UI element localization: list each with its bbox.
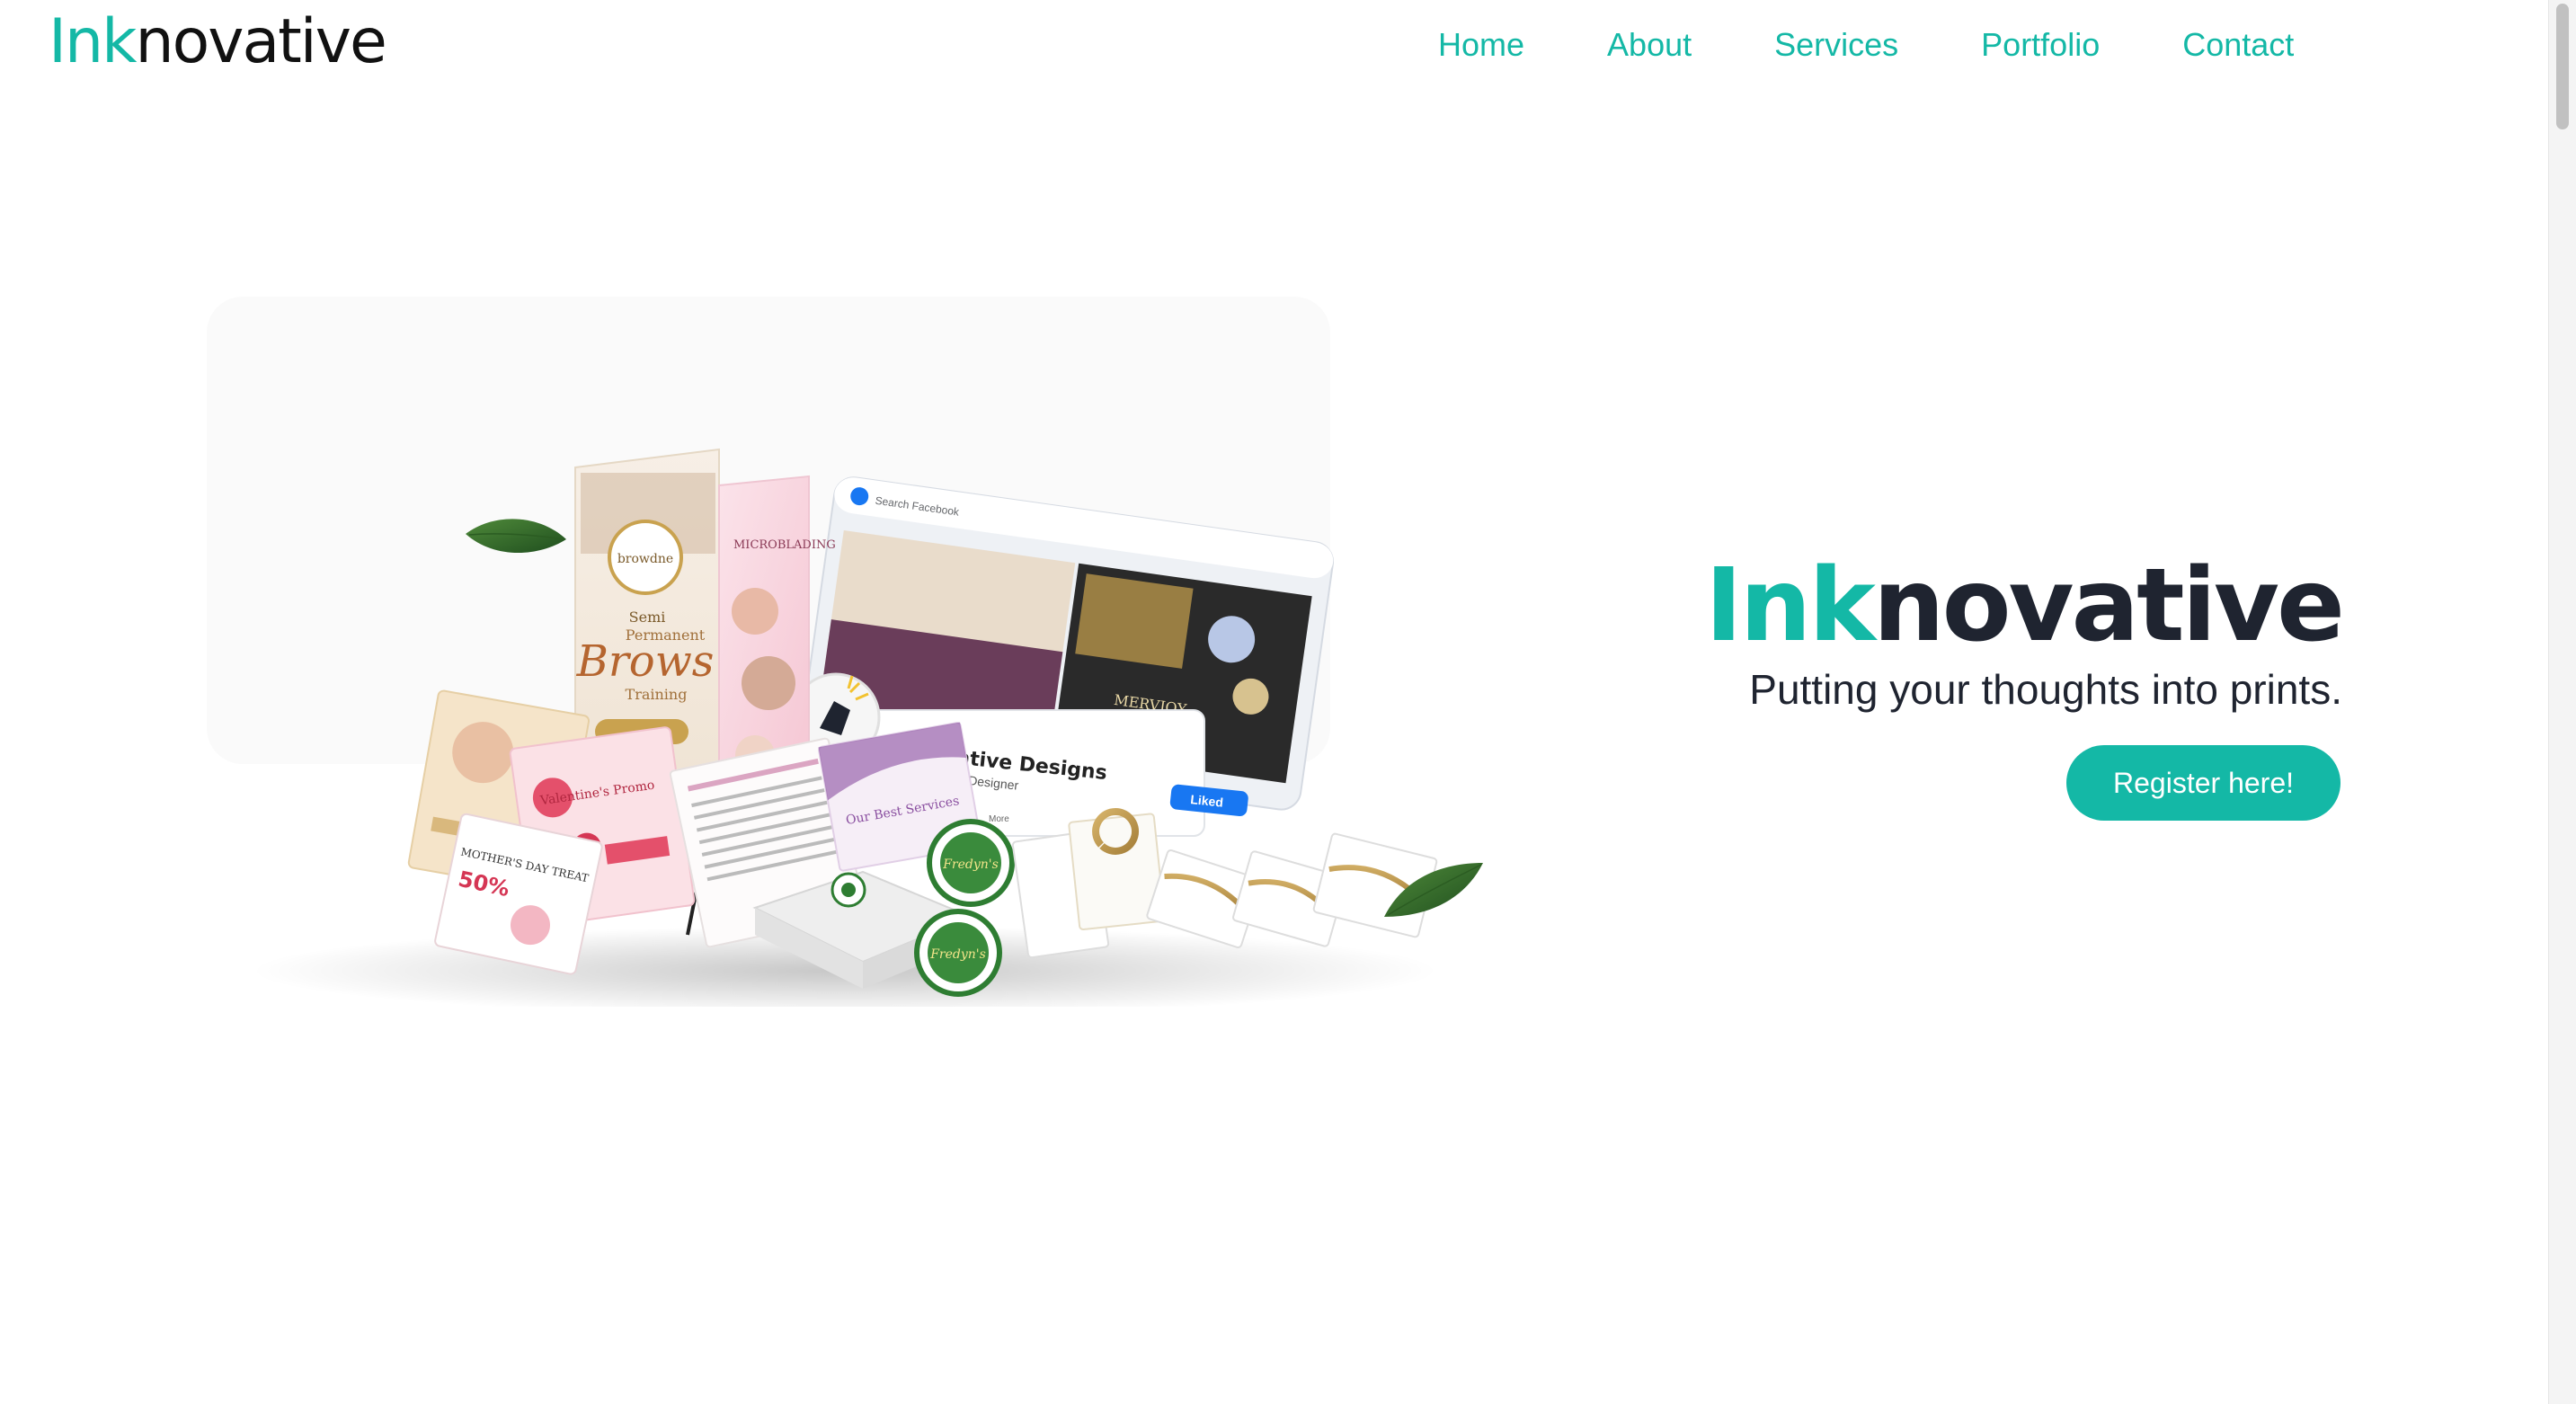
brand-logo-prefix: Ink bbox=[49, 6, 138, 77]
nav-contact-link[interactable]: Contact bbox=[2182, 20, 2294, 70]
stand-top-text: Semi bbox=[629, 609, 666, 626]
hero-title: Inknovative bbox=[1533, 546, 2345, 665]
nav-about-link[interactable]: About bbox=[1607, 20, 1692, 70]
brand-logo[interactable]: Inknovative bbox=[49, 5, 387, 79]
banner2-text: MICROBLADING bbox=[733, 538, 836, 552]
main-nav: Home About Services Portfolio Contact bbox=[1438, 20, 2294, 70]
stand-sub-text: Training bbox=[626, 686, 688, 703]
stand-main-text: Brows bbox=[576, 636, 715, 687]
hero-print-collage: Search Facebook MERVJOY CLCreative Desig… bbox=[207, 297, 1483, 1007]
badge-sticker-top: Fredyn's bbox=[927, 819, 1015, 907]
nav-home-link[interactable]: Home bbox=[1438, 20, 1524, 70]
nav-portfolio-link[interactable]: Portfolio bbox=[1981, 20, 2100, 70]
flyer-mothers-day: MOTHER'S DAY TREAT 50% bbox=[434, 813, 603, 975]
scrollbar-thumb[interactable] bbox=[2556, 4, 2569, 129]
page: Inknovative Home About Services Portfoli… bbox=[0, 0, 2576, 1404]
hero-title-prefix: Ink bbox=[1704, 547, 1876, 664]
page-scrollbar[interactable] bbox=[2548, 0, 2576, 1404]
fb-more-label: More bbox=[989, 814, 1009, 824]
stand-logo-text: browdne bbox=[617, 552, 673, 566]
hero-tagline: Putting your thoughts into prints. bbox=[1749, 666, 2342, 714]
badge-top-text: Fredyn's bbox=[942, 858, 999, 872]
badge-sticker-bottom: Fredyn's bbox=[914, 909, 1002, 997]
hero-text-block: Inknovative Putting your thoughts into p… bbox=[1533, 546, 2345, 822]
hero-title-suffix: novative bbox=[1872, 547, 2345, 664]
nav-services-link[interactable]: Services bbox=[1774, 20, 1898, 70]
brand-logo-suffix: novative bbox=[135, 6, 387, 77]
business-card-stack bbox=[1011, 808, 1438, 959]
badge-bottom-text: Fredyn's bbox=[929, 947, 986, 962]
register-button[interactable]: Register here! bbox=[2066, 745, 2341, 822]
